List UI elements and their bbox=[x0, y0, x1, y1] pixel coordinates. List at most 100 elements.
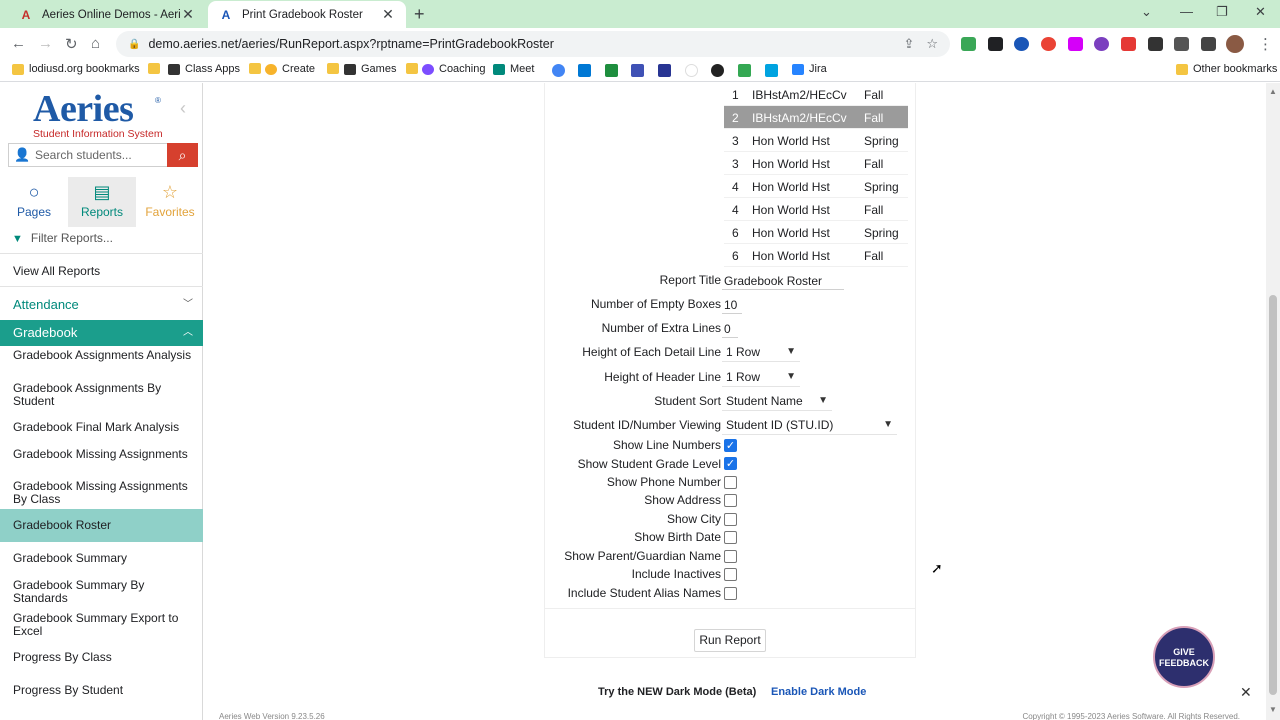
close-icon[interactable]: ✕ bbox=[380, 6, 396, 23]
gradebook-row[interactable]: 6 Hon World Hst Fall bbox=[724, 244, 908, 267]
tab-reports[interactable]: ▤ Reports bbox=[68, 177, 136, 227]
show-address-checkbox[interactable] bbox=[724, 494, 737, 507]
chevron-left-icon[interactable]: ‹ bbox=[180, 98, 186, 119]
bookmark-other[interactable]: Other bookmarks bbox=[1176, 63, 1277, 75]
show-parent-name-checkbox[interactable] bbox=[724, 550, 737, 563]
gradebook-row[interactable]: 4 Hon World Hst Fall bbox=[724, 198, 908, 221]
tab-pages[interactable]: ○ Pages bbox=[0, 177, 68, 227]
bookmark-icon-outlook[interactable] bbox=[578, 64, 591, 77]
student-sort-select[interactable]: Student Name ▼ bbox=[722, 391, 832, 411]
bookmark-icon-settings[interactable] bbox=[552, 64, 565, 77]
enable-dark-mode-link[interactable]: Enable Dark Mode bbox=[771, 686, 866, 698]
address-bar[interactable]: 🔒 demo.aeries.net/aeries/RunReport.aspx?… bbox=[116, 31, 950, 57]
show-birth-date-checkbox[interactable] bbox=[724, 531, 737, 544]
extension-dark-icon[interactable] bbox=[988, 37, 1003, 51]
scroll-up-icon[interactable]: ▲ bbox=[1269, 87, 1277, 96]
filter-reports[interactable]: ▼ Filter Reports... bbox=[0, 231, 203, 245]
sidebar-item-gradebook-summary[interactable]: Gradebook Summary bbox=[0, 552, 203, 565]
new-tab-icon[interactable]: + bbox=[414, 4, 425, 25]
bookmark-icon-google[interactable] bbox=[685, 64, 698, 77]
extra-lines-input[interactable] bbox=[722, 320, 738, 338]
close-icon[interactable]: ✕ bbox=[180, 6, 196, 23]
gradebook-row[interactable]: 3 Hon World Hst Fall bbox=[724, 152, 908, 175]
reload-icon[interactable]: ↻ bbox=[65, 35, 78, 53]
profile-avatar[interactable] bbox=[1226, 35, 1244, 53]
more-menu-icon[interactable]: ⋮ bbox=[1258, 35, 1273, 53]
gradebook-row[interactable]: 4 Hon World Hst Spring bbox=[724, 175, 908, 198]
bookmark-icon-drive[interactable] bbox=[738, 64, 751, 77]
gradebook-row-selected[interactable]: 2 IBHstAm2/HEcCv Fall bbox=[724, 106, 908, 129]
sidebar-item-gradebook-summary-export[interactable]: Gradebook Summary Export to Excel bbox=[0, 612, 203, 638]
tab-print-gradebook-roster[interactable]: A Print Gradebook Roster ✕ bbox=[208, 1, 406, 28]
extension-blue-icon[interactable] bbox=[1014, 37, 1029, 51]
bookmark-icon-p[interactable] bbox=[658, 64, 671, 77]
scrollbar-thumb[interactable] bbox=[1269, 295, 1277, 695]
window-close-icon[interactable]: ✕ bbox=[1255, 4, 1266, 20]
chevron-down-icon[interactable]: ⌄ bbox=[1141, 4, 1152, 20]
bookmark-class-apps[interactable]: Class Apps bbox=[168, 63, 240, 75]
bookmark-folder[interactable] bbox=[327, 63, 344, 74]
sidebar-item-gradebook-assignments-analysis[interactable]: Gradebook Assignments Analysis bbox=[0, 349, 203, 362]
sidebar-item-gradebook-summary-by-standards[interactable]: Gradebook Summary By Standards bbox=[0, 579, 203, 605]
star-icon[interactable]: ☆ bbox=[926, 36, 938, 52]
tab-aeries-demos[interactable]: A Aeries Online Demos - Aeries Sof ✕ bbox=[8, 1, 206, 28]
bookmark-coaching[interactable]: Coaching bbox=[422, 63, 485, 75]
bookmark-icon-sheet[interactable] bbox=[605, 64, 618, 77]
back-arrow-icon[interactable]: ← bbox=[11, 35, 26, 52]
bookmark-jira[interactable]: Jira bbox=[792, 63, 827, 75]
sidebar-item-gradebook-missing-assignments[interactable]: Gradebook Missing Assignments bbox=[0, 448, 203, 461]
close-icon[interactable]: ✕ bbox=[1240, 684, 1252, 701]
scroll-down-icon[interactable]: ▼ bbox=[1269, 705, 1277, 714]
report-title-input[interactable] bbox=[722, 272, 844, 290]
bookmark-folder[interactable] bbox=[406, 63, 423, 74]
bookmark-meet[interactable]: Meet bbox=[493, 63, 534, 75]
bookmark-folder[interactable] bbox=[148, 63, 165, 74]
show-city-checkbox[interactable] bbox=[724, 513, 737, 526]
view-all-reports-link[interactable]: View All Reports bbox=[0, 265, 203, 278]
puzzle-icon[interactable] bbox=[1174, 37, 1189, 51]
id-viewing-select[interactable]: Student ID (STU.ID) ▼ bbox=[722, 415, 897, 435]
extension-green-icon[interactable] bbox=[961, 37, 976, 51]
bookmark-folder[interactable] bbox=[249, 63, 266, 74]
tab-favorites[interactable]: ☆ Favorites bbox=[136, 177, 204, 227]
bookmark-games[interactable]: Games bbox=[344, 63, 396, 75]
detail-line-height-select[interactable]: 1 Row ▼ bbox=[722, 342, 800, 362]
run-report-button[interactable]: Run Report bbox=[694, 629, 766, 652]
gradebook-row[interactable]: 1 IBHstAm2/HEcCv Fall bbox=[724, 83, 908, 106]
include-alias-checkbox[interactable] bbox=[724, 587, 737, 600]
minimize-icon[interactable]: — bbox=[1180, 4, 1193, 19]
extension-k-icon[interactable] bbox=[1094, 37, 1109, 51]
sidebar-section-gradebook[interactable]: Gradebook ︿ bbox=[0, 320, 203, 346]
search-button[interactable]: ⌕ bbox=[167, 143, 198, 167]
bookmark-lodiusd[interactable]: lodiusd.org bookmarks bbox=[12, 63, 140, 75]
show-phone-checkbox[interactable] bbox=[724, 476, 737, 489]
search-input[interactable] bbox=[8, 143, 168, 167]
home-icon[interactable]: ⌂ bbox=[91, 35, 100, 52]
maximize-icon[interactable]: ❐ bbox=[1216, 4, 1228, 20]
bookmark-icon-globe[interactable] bbox=[711, 64, 724, 77]
gradebook-row[interactable]: 6 Hon World Hst Spring bbox=[724, 221, 908, 244]
forward-arrow-icon[interactable]: → bbox=[38, 35, 53, 52]
extension-red-icon[interactable] bbox=[1121, 37, 1136, 51]
sidebar-section-attendance[interactable]: Attendance ﹀ bbox=[0, 298, 203, 311]
give-feedback-button[interactable]: GIVE FEEDBACK bbox=[1153, 626, 1215, 688]
extension-pink-icon[interactable] bbox=[1068, 37, 1083, 51]
empty-boxes-input[interactable] bbox=[722, 296, 742, 314]
extension-color-wheel-icon[interactable] bbox=[1041, 37, 1056, 51]
extension-window-icon[interactable] bbox=[1148, 37, 1163, 51]
include-inactives-checkbox[interactable] bbox=[724, 568, 737, 581]
bookmark-icon-c[interactable] bbox=[631, 64, 644, 77]
sidebar-item-gradebook-assignments-by-student[interactable]: Gradebook Assignments By Student bbox=[0, 382, 203, 408]
show-grade-level-checkbox[interactable]: ✓ bbox=[724, 457, 737, 470]
sidebar-item-gradebook-roster[interactable]: Gradebook Roster bbox=[0, 509, 203, 542]
sidebar-item-progress-by-class[interactable]: Progress By Class bbox=[0, 651, 203, 664]
show-line-numbers-checkbox[interactable]: ✓ bbox=[724, 439, 737, 452]
bookmark-create[interactable]: Create bbox=[265, 63, 315, 75]
sidebar-item-gradebook-missing-assignments-by-class[interactable]: Gradebook Missing Assignments By Class bbox=[0, 480, 203, 506]
header-line-height-select[interactable]: 1 Row ▼ bbox=[722, 367, 800, 387]
sidebar-item-gradebook-final-mark-analysis[interactable]: Gradebook Final Mark Analysis bbox=[0, 421, 203, 434]
share-icon[interactable]: ⇪ bbox=[903, 36, 914, 52]
bookmark-icon-classlink[interactable] bbox=[765, 64, 778, 77]
gradebook-row[interactable]: 3 Hon World Hst Spring bbox=[724, 129, 908, 152]
page-scrollbar[interactable]: ▲ ▼ bbox=[1266, 83, 1280, 720]
